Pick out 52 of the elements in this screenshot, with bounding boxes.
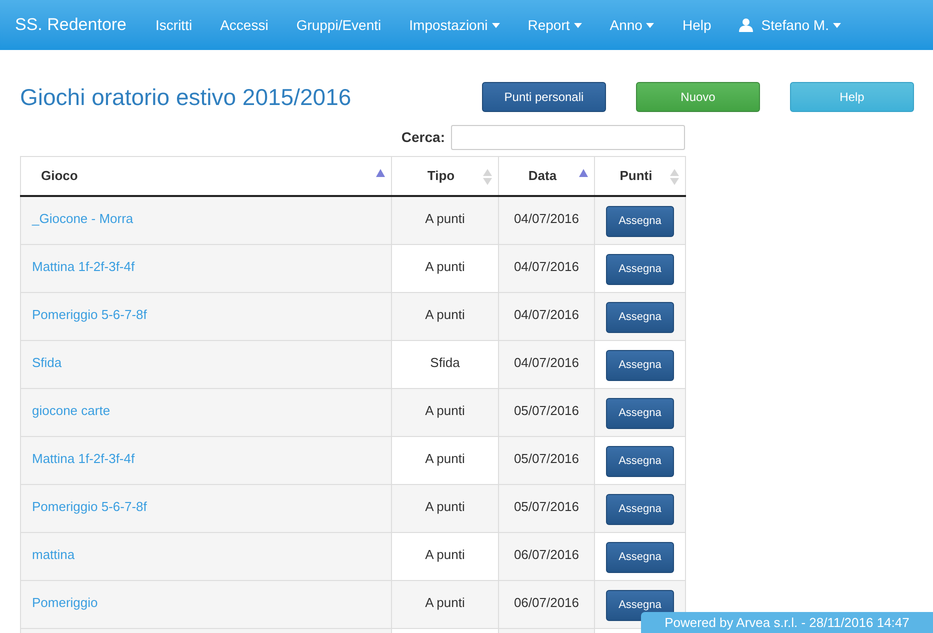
assign-button[interactable]: Assegna bbox=[606, 494, 674, 524]
search-field[interactable] bbox=[451, 124, 685, 150]
assign-button[interactable]: Assegna bbox=[606, 542, 674, 572]
nav-link[interactable]: Gruppi/Eventi bbox=[282, 14, 396, 36]
game-link[interactable]: giocone carte bbox=[20, 388, 392, 436]
table-cell: A punti bbox=[392, 532, 498, 580]
action-button[interactable]: Punti personali bbox=[482, 82, 606, 112]
table-cell: A punti bbox=[392, 436, 498, 484]
table-cell: 05/07/2016 bbox=[498, 484, 594, 532]
table-cell: 04/07/2016 bbox=[498, 244, 594, 292]
game-link[interactable]: Sfida bbox=[20, 340, 392, 388]
nav-link[interactable]: Accessi bbox=[206, 14, 282, 36]
table-cell: Sfida bbox=[392, 340, 498, 388]
nav-link[interactable]: Help bbox=[668, 14, 726, 36]
table-cell: 06/07/2016 bbox=[498, 580, 594, 628]
table-cell: A punti bbox=[392, 244, 498, 292]
table-cell: 04/07/2016 bbox=[498, 292, 594, 340]
user-menu[interactable]: Stefano M. bbox=[725, 14, 855, 36]
brand-link[interactable]: SS. Redentore bbox=[15, 12, 127, 38]
assign-button[interactable]: Assegna bbox=[606, 350, 674, 380]
game-link[interactable]: Mattina 1f-2f-3f-4f bbox=[20, 436, 392, 484]
table-cell: 04/07/2016 bbox=[498, 196, 594, 244]
assign-button[interactable]: Assegna bbox=[606, 254, 674, 284]
table-cell: A punti bbox=[392, 292, 498, 340]
search-label: Cerca: bbox=[401, 128, 445, 146]
credits-toast: Powered by Arvea s.r.l. - 28/11/2016 14:47 bbox=[641, 612, 933, 633]
action-button[interactable]: Nuovo bbox=[636, 82, 760, 112]
action-button[interactable]: Help bbox=[790, 82, 914, 112]
game-link[interactable]: Pomeriggio 5-6-7-8f bbox=[20, 484, 392, 532]
nav-link[interactable]: Iscritti bbox=[142, 14, 206, 36]
game-link[interactable]: Pomeriggio 5-6-7-8f bbox=[20, 292, 392, 340]
table-cell: 04/07/2016 bbox=[498, 340, 594, 388]
table-cell: A punti bbox=[392, 388, 498, 436]
assign-button[interactable]: Assegna bbox=[606, 302, 674, 332]
table-cell: A punti bbox=[392, 580, 498, 628]
table-cell: 05/07/2016 bbox=[498, 436, 594, 484]
nav-link[interactable]: Anno bbox=[596, 14, 668, 36]
game-link[interactable]: Pomeriggio bbox=[20, 580, 392, 628]
game-link[interactable]: _Giocone - Morra bbox=[20, 196, 392, 244]
assign-button[interactable]: Assegna bbox=[606, 206, 674, 237]
nav-link[interactable]: Impostazioni bbox=[395, 14, 514, 36]
assign-button[interactable]: Assegna bbox=[606, 446, 674, 476]
game-link[interactable]: mattina bbox=[20, 532, 392, 580]
table-cell: A punti bbox=[392, 196, 498, 244]
page-title: Giochi oratorio estivo 2015/2016 bbox=[20, 83, 352, 112]
table-cell: 06/07/2016 bbox=[498, 532, 594, 580]
table-cell: 05/07/2016 bbox=[498, 388, 594, 436]
nav-link[interactable]: Report bbox=[514, 14, 596, 36]
assign-button[interactable]: Assegna bbox=[606, 398, 674, 428]
game-link[interactable]: Mattina 1f-2f-3f-4f bbox=[20, 244, 392, 292]
user-icon bbox=[739, 18, 754, 32]
table-cell: A punti bbox=[392, 484, 498, 532]
